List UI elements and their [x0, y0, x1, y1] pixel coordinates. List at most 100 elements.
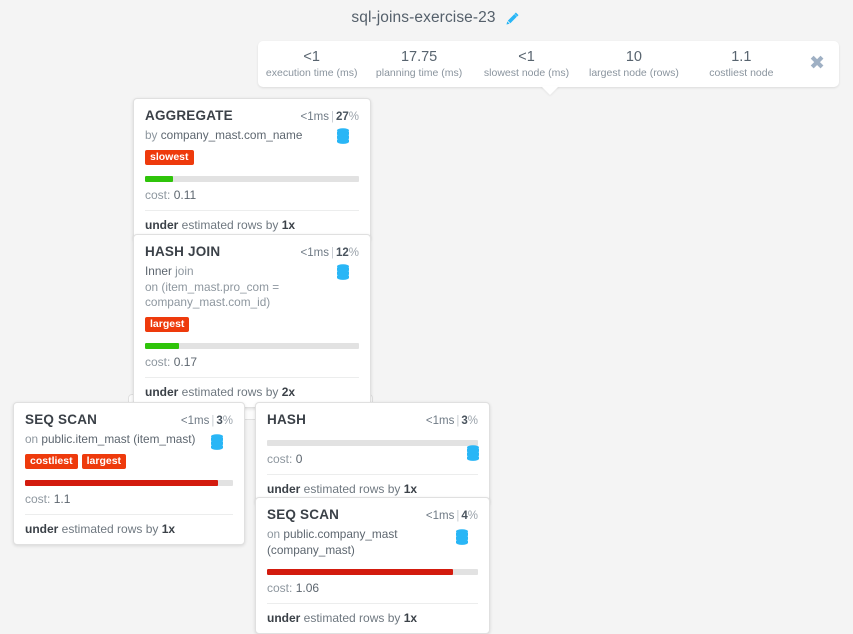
badge-costliest: costliest	[25, 453, 78, 470]
stat-largest-node: 10 largest node (rows)	[580, 49, 687, 80]
plan-stats-bar: <1 execution time (ms) 17.75 planning ti…	[258, 41, 839, 87]
query-plan-canvas: AGGREGATE <1ms | 27% by company_mast.com_n…	[0, 88, 853, 634]
estimate-factor: 1x	[403, 611, 418, 626]
node-percent-sign: %	[467, 415, 478, 427]
plan-node-hash[interactable]: HASH <1ms | 3% cost: 0 under estimated r…	[255, 402, 490, 505]
stat-execution-time: <1 execution time (ms)	[258, 49, 365, 80]
node-percent-sign: %	[348, 247, 359, 259]
node-cost-line: cost: 1.06	[267, 575, 478, 605]
node-type-label: HASH	[267, 412, 307, 427]
plan-node-hash-join[interactable]: HASH JOIN <1ms | 12% Inner join on (item_ma…	[133, 234, 371, 409]
database-icon[interactable]	[466, 445, 480, 461]
stat-value: 10	[625, 48, 642, 65]
stat-label: planning time (ms)	[375, 67, 463, 80]
estimate-middle: estimated rows by	[58, 522, 162, 537]
badge-largest: largest	[145, 316, 190, 333]
node-subtitle-main: public.company_mast (company_mast)	[267, 527, 398, 557]
node-estimate-line: under estimated rows by 1x	[14, 515, 244, 544]
stat-value: 1.1	[731, 48, 752, 65]
estimate-factor: 2x	[281, 385, 296, 400]
node-subtitle: on public.item_mast (item_mast)	[25, 432, 233, 450]
node-metric-separator: |	[211, 415, 215, 427]
estimate-direction: under	[145, 218, 179, 233]
cost-label: cost:	[267, 452, 296, 466]
node-type-label: SEQ SCAN	[25, 412, 98, 427]
stat-value: <1	[518, 48, 535, 65]
cost-label: cost:	[25, 492, 54, 507]
cost-value: 0.17	[173, 355, 198, 370]
estimate-direction: under	[145, 385, 179, 400]
database-icon[interactable]	[455, 529, 469, 545]
close-icon[interactable]: ✖	[795, 53, 839, 75]
node-subtitle-main: company_mast.com_name	[160, 128, 303, 142]
node-percent-sign: %	[348, 111, 359, 123]
node-time: <1ms	[425, 415, 455, 427]
node-subtitle-prefix: by	[145, 128, 161, 142]
cost-label: cost:	[145, 188, 174, 203]
node-cost-line: cost: 0.17	[145, 349, 359, 379]
stat-value: <1	[303, 48, 320, 65]
node-subtitle-prefix: on	[267, 527, 284, 541]
node-badges: largest	[145, 316, 359, 333]
plan-node-seq-scan-item-mast[interactable]: SEQ SCAN <1ms | 3% on public.item_mast (it…	[13, 402, 245, 546]
node-subtitle: Inner join on (item_mast.pro_com = compan…	[145, 264, 359, 311]
cost-label: cost:	[145, 355, 174, 370]
node-subtitle-main: public.item_mast (item_mast)	[41, 432, 196, 446]
plan-node-seq-scan-company-mast[interactable]: SEQ SCAN <1ms | 4% on public.company_mast …	[255, 497, 490, 634]
node-badges: slowest	[145, 149, 359, 166]
node-time: <1ms	[425, 510, 455, 522]
node-header: SEQ SCAN <1ms | 4%	[267, 507, 478, 522]
stat-label: slowest node (ms)	[483, 67, 570, 80]
database-icon[interactable]	[336, 264, 350, 280]
plan-node-aggregate[interactable]: AGGREGATE <1ms | 27% by company_mast.com_n…	[133, 98, 371, 242]
node-subtitle-prefix: on	[25, 432, 42, 446]
node-type-label: AGGREGATE	[145, 108, 233, 123]
estimate-factor: 1x	[403, 482, 418, 496]
node-join-condition: on (item_mast.pro_com = company_mast.com…	[145, 279, 280, 310]
cost-label: cost:	[267, 581, 296, 596]
node-cost-line: cost: 0.11	[145, 182, 359, 212]
node-subtitle-main: join	[175, 264, 194, 278]
database-icon[interactable]	[210, 434, 224, 450]
node-percent: 12	[335, 247, 349, 259]
stat-planning-time: 17.75 planning time (ms)	[365, 49, 472, 80]
node-badges: costliest largest	[25, 453, 233, 470]
node-metric-separator: |	[456, 510, 460, 522]
node-estimate-line: under estimated rows by 1x	[256, 604, 489, 633]
cost-value: 0	[295, 452, 303, 466]
node-subtitle: by company_mast.com_name	[145, 128, 359, 144]
node-time: <1ms	[300, 111, 329, 123]
node-metric-separator: |	[456, 415, 460, 427]
node-time: <1ms	[300, 247, 329, 259]
estimate-direction: under	[25, 522, 59, 537]
cost-value: 1.06	[295, 581, 320, 596]
node-percent-sign: %	[467, 510, 478, 522]
node-type-label: HASH JOIN	[145, 244, 221, 259]
node-header: AGGREGATE <1ms | 27%	[145, 108, 359, 123]
node-metrics: <1ms | 4%	[426, 510, 478, 522]
database-icon[interactable]	[336, 128, 350, 144]
estimate-direction: under	[267, 611, 301, 626]
badge-largest: largest	[81, 453, 127, 470]
node-header: HASH <1ms | 3%	[267, 412, 478, 427]
stat-label: costliest node	[709, 67, 774, 80]
estimate-middle: estimated rows by	[178, 218, 282, 233]
estimate-middle: estimated rows by	[300, 611, 404, 626]
node-time: <1ms	[180, 415, 210, 427]
estimate-factor: 1x	[281, 218, 296, 233]
pencil-icon[interactable]	[505, 11, 520, 26]
estimate-middle: estimated rows by	[178, 385, 282, 400]
node-metrics: <1ms | 12%	[301, 247, 359, 259]
estimate-middle: estimated rows by	[300, 482, 404, 496]
badge-slowest: slowest	[145, 149, 194, 166]
node-cost-bar	[267, 440, 478, 446]
node-header: HASH JOIN <1ms | 12%	[145, 244, 359, 259]
node-join-kind: Inner	[145, 264, 176, 278]
stat-label: largest node (rows)	[588, 67, 679, 80]
node-metric-separator: |	[330, 111, 334, 123]
stat-label: execution time (ms)	[265, 67, 358, 80]
node-metrics: <1ms | 27%	[301, 111, 359, 123]
node-percent: 27	[335, 111, 349, 123]
stat-slowest-node: <1 slowest node (ms)	[473, 49, 580, 80]
estimate-factor: 1x	[161, 522, 176, 537]
